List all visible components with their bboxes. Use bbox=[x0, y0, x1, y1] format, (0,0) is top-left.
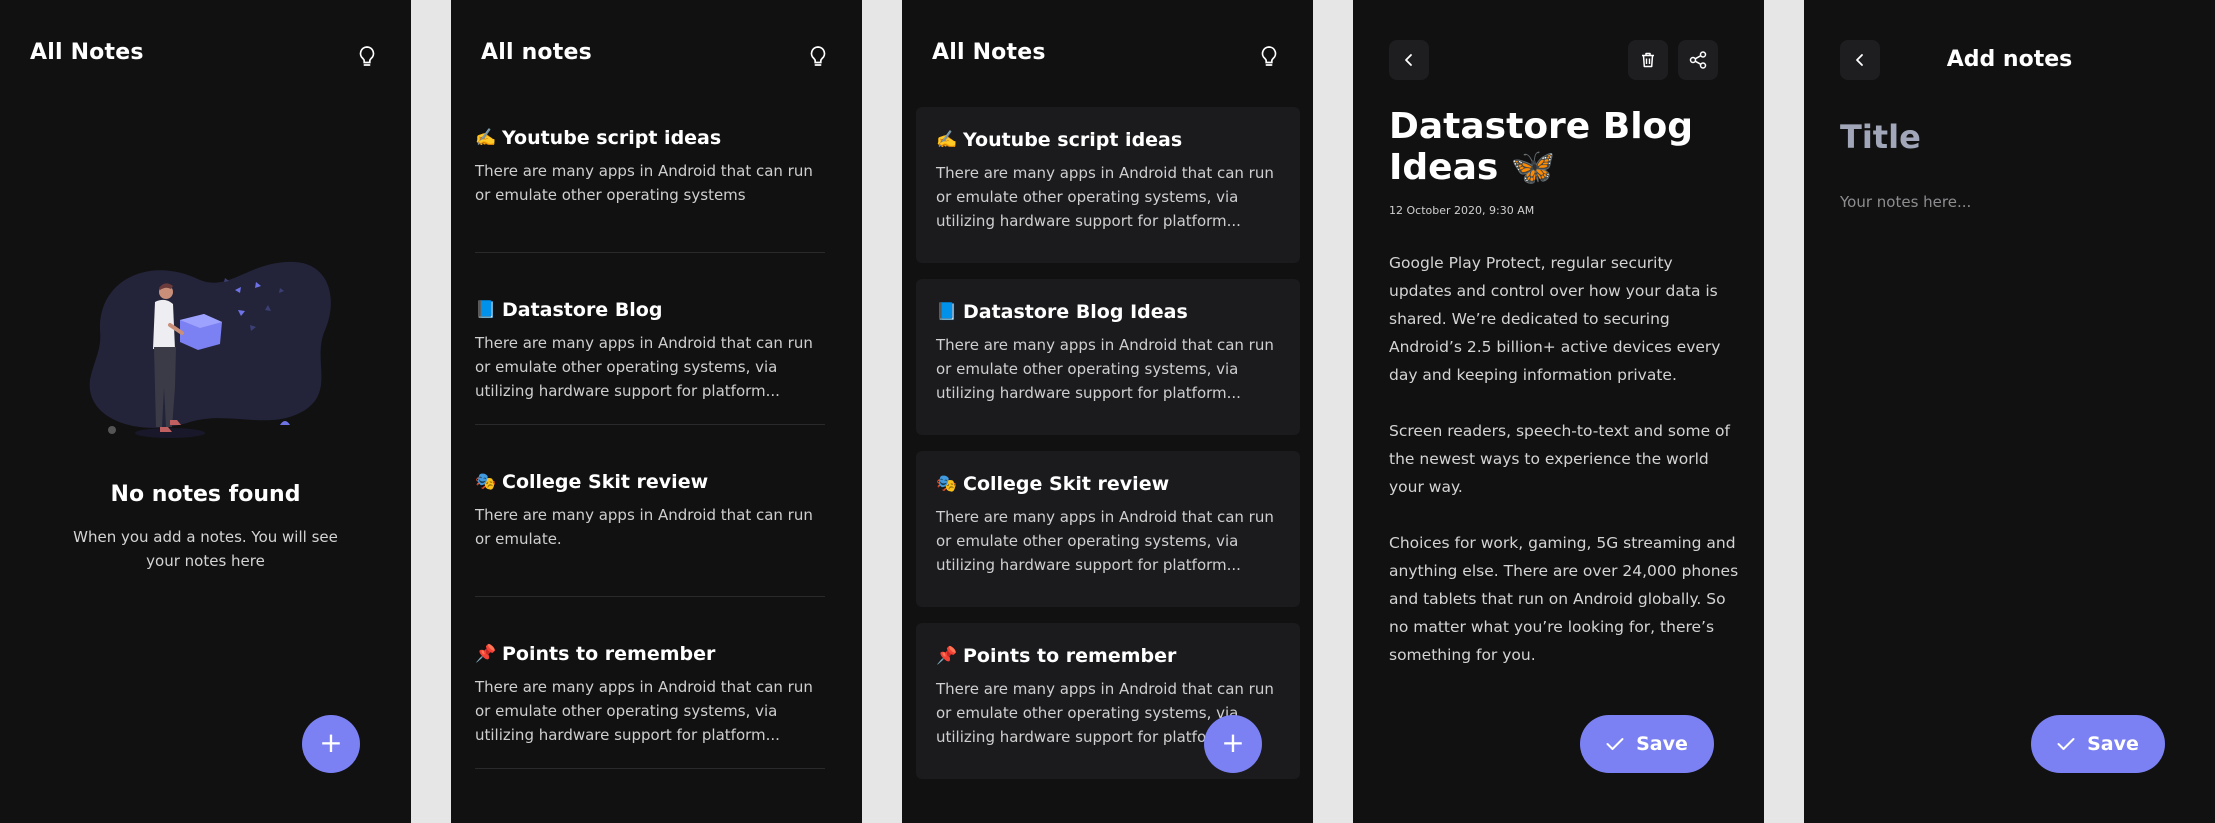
save-button[interactable]: Save bbox=[2031, 715, 2165, 773]
back-arrow-icon bbox=[1405, 54, 1412, 66]
note-title: 📌 Points to remember bbox=[936, 645, 1280, 667]
check-icon bbox=[2057, 738, 2075, 750]
note-title-text: College Skit review bbox=[502, 471, 709, 493]
plus-icon: + bbox=[1221, 726, 1245, 759]
notes-list-screen: All notes ✍️ Youtube script ideas There … bbox=[451, 0, 862, 823]
title-input[interactable] bbox=[1840, 118, 2180, 156]
add-note-button[interactable]: + bbox=[1204, 715, 1262, 773]
note-date: 12 October 2020, 9:30 AM bbox=[1389, 204, 1535, 217]
blue-book-icon: 📘 bbox=[936, 302, 958, 322]
note-card[interactable]: ✍️ Youtube script ideas There are many a… bbox=[916, 107, 1300, 263]
note-title: 📌 Points to remember bbox=[475, 643, 829, 665]
divider bbox=[475, 424, 825, 425]
note-title-text: Datastore Blog bbox=[502, 299, 663, 321]
note-title-text: Points to remember bbox=[963, 645, 1177, 667]
pushpin-icon: 📌 bbox=[936, 646, 958, 666]
note-detail-screen: Datastore Blog Ideas 🦋 12 October 2020, … bbox=[1353, 0, 1764, 823]
note-card[interactable]: 📘 Datastore Blog Ideas There are many ap… bbox=[916, 279, 1300, 435]
list-item[interactable]: 📘 Datastore Blog There are many apps in … bbox=[475, 299, 829, 403]
blue-book-icon: 📘 bbox=[475, 300, 497, 320]
add-note-button[interactable]: + bbox=[302, 715, 360, 773]
note-title-text: Datastore Blog Ideas bbox=[963, 301, 1188, 323]
note-title-text: Points to remember bbox=[502, 643, 716, 665]
screen-title: All Notes bbox=[932, 40, 1046, 65]
screen-title: All Notes bbox=[30, 40, 144, 65]
note-preview: There are many apps in Android that can … bbox=[475, 678, 813, 744]
note-title: 📘 Datastore Blog Ideas bbox=[936, 301, 1280, 323]
plus-icon: + bbox=[319, 726, 343, 759]
list-item[interactable]: ✍️ Youtube script ideas There are many a… bbox=[475, 127, 829, 207]
note-title: 🎭 College Skit review bbox=[936, 473, 1280, 495]
writing-hand-icon: ✍️ bbox=[475, 128, 497, 148]
note-title-text: Youtube script ideas bbox=[502, 127, 722, 149]
divider bbox=[475, 252, 825, 253]
bulb-icon[interactable] bbox=[357, 44, 377, 70]
note-title: Datastore Blog Ideas 🦋 bbox=[1389, 106, 1694, 188]
screen-title: All notes bbox=[481, 40, 592, 65]
notes-card-list-screen: All Notes ✍️ Youtube script ideas There … bbox=[902, 0, 1313, 823]
note-preview: There are many apps in Android that can … bbox=[475, 506, 813, 548]
note-preview: There are many apps in Android that can … bbox=[936, 508, 1274, 574]
empty-state-subtitle: When you add a notes. You will see your … bbox=[73, 528, 338, 570]
screen-title: Add notes bbox=[1946, 47, 2073, 72]
masks-icon: 🎭 bbox=[936, 474, 958, 494]
note-title: ✍️ Youtube script ideas bbox=[936, 129, 1280, 151]
delete-button[interactable] bbox=[1628, 40, 1668, 80]
save-label: Save bbox=[1636, 733, 1688, 755]
empty-illustration bbox=[89, 261, 331, 438]
list-item[interactable]: 🎭 College Skit review There are many app… bbox=[475, 471, 829, 551]
list-item[interactable]: 📌 Points to remember There are many apps… bbox=[475, 643, 829, 747]
note-paragraph: Screen readers, speech-to-text and some … bbox=[1389, 422, 1730, 496]
note-card[interactable]: 🎭 College Skit review There are many app… bbox=[916, 451, 1300, 607]
save-button[interactable]: Save bbox=[1580, 715, 1714, 773]
note-title-text: College Skit review bbox=[963, 473, 1170, 495]
trash-icon bbox=[1642, 52, 1654, 68]
note-paragraph: Google Play Protect, regular security up… bbox=[1389, 254, 1721, 384]
note-title: 📘 Datastore Blog bbox=[475, 299, 829, 321]
pushpin-icon: 📌 bbox=[475, 644, 497, 664]
share-button[interactable] bbox=[1678, 40, 1718, 80]
note-preview: There are many apps in Android that can … bbox=[475, 334, 813, 400]
empty-state-title: No notes found bbox=[110, 482, 301, 507]
divider bbox=[475, 596, 825, 597]
empty-notes-screen: All Notes No notes found When you add a … bbox=[0, 0, 411, 823]
note-preview: There are many apps in Android that can … bbox=[936, 336, 1274, 402]
note-title: ✍️ Youtube script ideas bbox=[475, 127, 829, 149]
note-title: 🎭 College Skit review bbox=[475, 471, 829, 493]
masks-icon: 🎭 bbox=[475, 472, 497, 492]
notes-textarea[interactable] bbox=[1840, 193, 2180, 393]
note-preview: There are many apps in Android that can … bbox=[936, 164, 1274, 230]
save-label: Save bbox=[2087, 733, 2139, 755]
note-paragraph: Choices for work, gaming, 5G streaming a… bbox=[1389, 534, 1739, 664]
back-button[interactable] bbox=[1389, 40, 1429, 80]
note-preview: There are many apps in Android that can … bbox=[475, 162, 813, 204]
divider bbox=[475, 768, 825, 769]
bulb-icon[interactable] bbox=[808, 44, 828, 70]
share-icon bbox=[1689, 51, 1707, 69]
add-note-screen: Add notes Save bbox=[1804, 0, 2215, 823]
note-title-text: Youtube script ideas bbox=[963, 129, 1183, 151]
bulb-icon[interactable] bbox=[1259, 44, 1279, 70]
writing-hand-icon: ✍️ bbox=[936, 130, 958, 150]
check-icon bbox=[1606, 738, 1624, 750]
